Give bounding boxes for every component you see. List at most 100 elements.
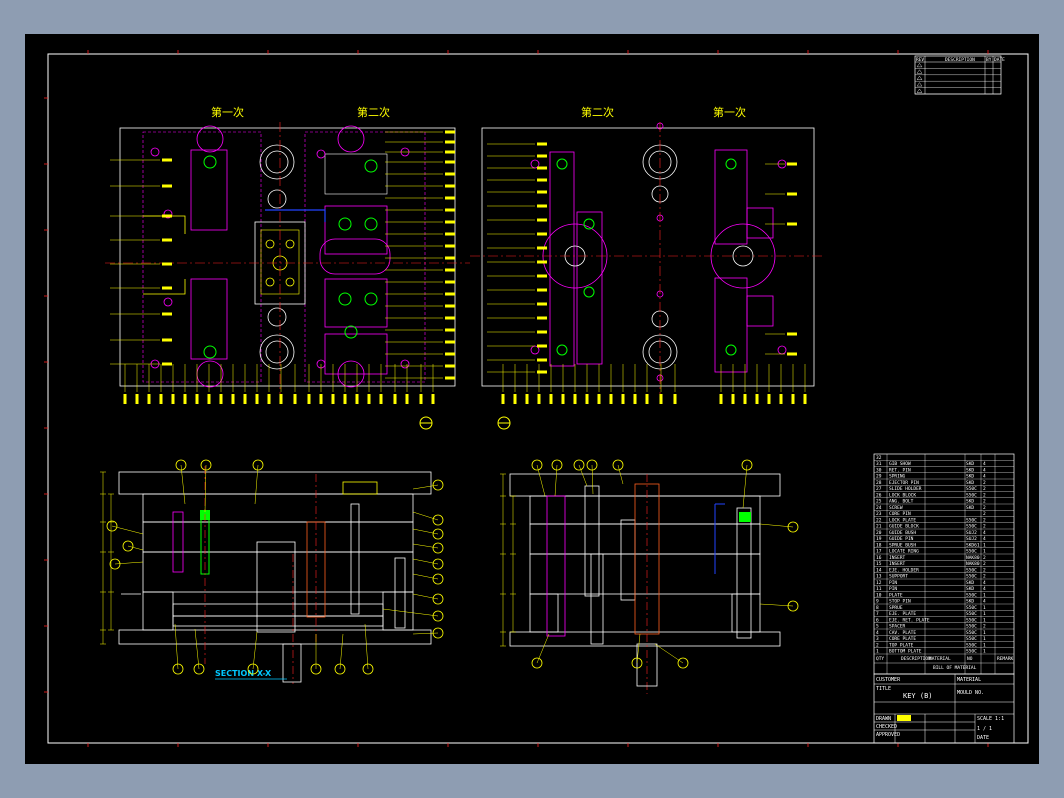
title-block: CUSTOMER TITLE KEY (B) MATERIAL MOULD NO… [873, 673, 1015, 744]
section-view-left: SECTION X-X [100, 459, 444, 684]
leader-line [412, 632, 439, 635]
dimension-text-mark [525, 394, 529, 404]
dimension-text-mark [319, 394, 323, 404]
parts-cell-mat: S50C [966, 524, 977, 530]
parts-cell-no: 3 [876, 636, 879, 642]
parts-cell-no: 9 [876, 599, 879, 605]
dimension-text-mark [445, 172, 455, 176]
tb-label-approved: APPROVED [876, 732, 900, 738]
leader-line [412, 573, 439, 580]
drawing-title: KEY (B) [903, 692, 933, 700]
parts-list: 3231 GIB SHOW SKD 430 RET. PIN SKD 429 SPRING SK… [873, 453, 1015, 675]
parts-cell-mat: NAK80 [966, 555, 980, 561]
parts-cell-qty: 1 [983, 649, 986, 655]
dimension-text-mark [445, 160, 455, 164]
parts-cell-mat: SKD [966, 499, 974, 505]
parts-cell-qty: 2 [983, 480, 986, 486]
dimension-text-mark [162, 362, 172, 366]
dimension-text-mark [537, 330, 547, 334]
dimension-text-mark [279, 394, 283, 404]
tb-label-date: DATE [977, 735, 989, 741]
dimension-text-mark [445, 208, 455, 212]
dimension-text-mark [183, 394, 187, 404]
parts-cell-desc: EJE. RET. PLATE [889, 617, 930, 623]
parts-cell-no: 1 [876, 649, 879, 655]
parts-footer-header: DESCRIPTION [901, 656, 931, 662]
dimension-text-mark [159, 394, 163, 404]
parts-cell-qty: 2 [983, 505, 986, 511]
parts-cell-desc: INSERT [889, 555, 906, 561]
parts-cell-mat: S50C [966, 574, 977, 580]
leader-line [364, 623, 369, 670]
dimension-text-mark [537, 274, 547, 278]
dimension-text-mark [597, 394, 601, 404]
dimension-text-mark [445, 184, 455, 188]
leader-line [254, 464, 259, 505]
parts-cell-mat: S50C [966, 624, 977, 630]
dimension-text-mark [195, 394, 199, 404]
parts-cell-no: 7 [876, 611, 879, 617]
parts-cell-mat: S50C [966, 642, 977, 648]
parts-cell-desc: SLIDE HOLDER [889, 486, 922, 492]
parts-cell-desc: SPRING [889, 474, 906, 480]
dimension-text-mark [445, 364, 455, 368]
parts-cell-desc: LOCK BLOCK [889, 492, 916, 498]
parts-cell-desc: BOTTOM PLATE [889, 649, 922, 655]
parts-footer-header: REMARK [997, 656, 1014, 662]
parts-cell-mat: SKD [966, 461, 974, 467]
parts-cell-mat: S50C [966, 611, 977, 617]
parts-cell-desc: LOCK PLATE [889, 517, 916, 523]
parts-cell-mat: SKD [966, 599, 974, 605]
revision-table: REV DESCRIPTION BY DATE [914, 55, 1005, 95]
parts-cell-qty: 4 [983, 599, 986, 605]
dimension-text-mark [537, 142, 547, 146]
tb-label-checked: CHECKED [876, 724, 897, 730]
section-view-right [500, 459, 799, 694]
dimension-text-mark [787, 192, 797, 196]
dimension-text-mark [445, 316, 455, 320]
parts-cell-no: 25 [876, 499, 882, 505]
parts-cell-qty: 1 [983, 630, 986, 636]
dimension-text-mark [513, 394, 517, 404]
parts-cell-qty: 4 [983, 467, 986, 473]
dimension-text-mark [343, 394, 347, 404]
parts-cell-qty: 2 [983, 517, 986, 523]
dimension-text-mark [267, 394, 271, 404]
dimension-text-mark [445, 304, 455, 308]
revision-triangle-icon [916, 75, 923, 80]
dimension-text-mark [445, 292, 455, 296]
parts-cell-qty: 4 [983, 536, 986, 542]
section-title: SECTION X-X [215, 669, 272, 678]
dimension-text-mark [537, 190, 547, 194]
dimension-text-mark [162, 312, 172, 316]
parts-cell-qty: 1 [983, 592, 986, 598]
parts-cell-mat: SKD [966, 580, 974, 586]
dimension-text-mark [537, 178, 547, 182]
parts-footer-header: MATERIAL [929, 656, 951, 662]
parts-cell-no: 16 [876, 555, 882, 561]
dimension-text-mark [243, 394, 247, 404]
cad-viewport[interactable]: 第一次 第二次 第二次 第一次 SECTION X-X REV DESCRIPT… [25, 34, 1039, 764]
parts-cell-desc: SPRUE BUSH [889, 542, 916, 548]
dimension-text-mark [537, 218, 547, 222]
dimension-text-mark [549, 394, 553, 404]
parts-cell-mat: S50C [966, 549, 977, 555]
dimension-text-mark [367, 394, 371, 404]
parts-cell-no: 15 [876, 561, 882, 567]
dimension-text-mark [331, 394, 335, 404]
parts-cell-qty: 2 [983, 574, 986, 580]
parts-cell-qty: 4 [983, 580, 986, 586]
label-left-second: 第二次 [357, 105, 390, 119]
dimension-text-mark [633, 394, 637, 404]
parts-cell-desc: STOP PIN [889, 599, 911, 605]
dimension-text-mark [537, 344, 547, 348]
parts-cell-desc: SCREW [889, 505, 903, 511]
parts-cell-qty: 4 [983, 586, 986, 592]
parts-cell-mat: SKD61 [966, 542, 980, 548]
rev-header-rev: REV [916, 57, 924, 63]
parts-cell-qty: 2 [983, 524, 986, 530]
parts-cell-desc: CORE PIN [889, 511, 911, 517]
parts-cell-desc: EJECTOR PIN [889, 480, 919, 486]
parts-cell-mat: SUJ2 [966, 536, 977, 542]
dimension-text-mark [162, 214, 172, 218]
